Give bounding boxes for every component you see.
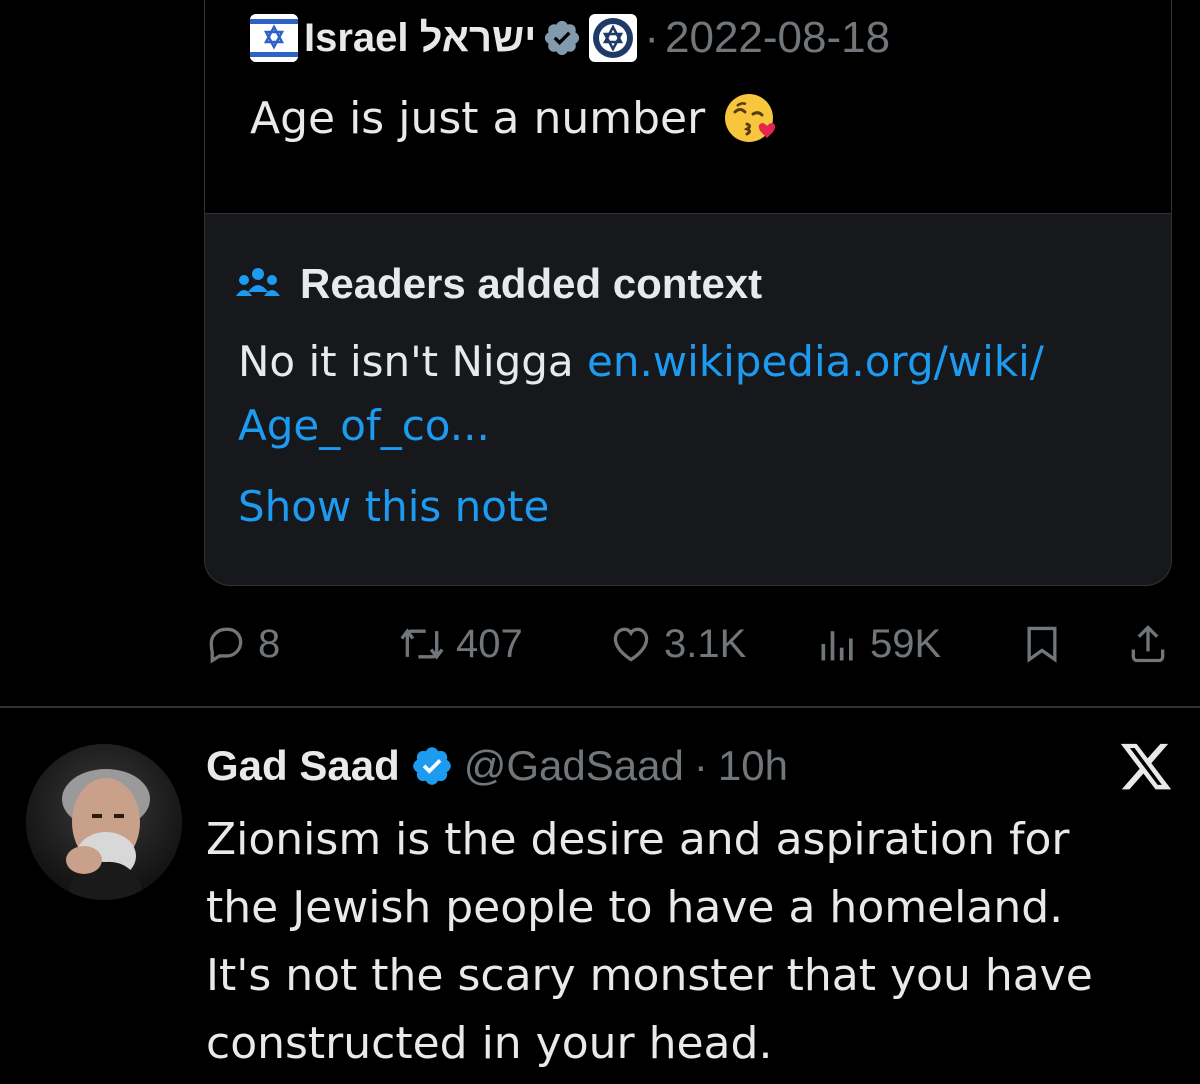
avatar[interactable] xyxy=(26,744,182,900)
show-note-link[interactable]: Show this note xyxy=(238,482,549,531)
tweet-text-line: the Jewish people to have a homeland. xyxy=(206,882,1064,933)
author-handle[interactable]: @GadSaad xyxy=(464,742,684,790)
verified-grey-badge-icon xyxy=(545,20,580,56)
tweet-author-row: Gad Saad @GadSaad · 10h xyxy=(206,738,788,794)
quoted-author-name[interactable]: Israel ישראל xyxy=(304,16,536,61)
reply-icon xyxy=(209,627,243,664)
tweet-time[interactable]: 10h xyxy=(718,742,788,790)
community-note-header: Readers added context xyxy=(236,260,762,308)
views-chart-icon xyxy=(821,631,853,661)
quoted-tweet-header: Israel ישראל · 2022-08-18 xyxy=(250,12,890,64)
like-button[interactable]: 3.1K xyxy=(608,612,746,676)
people-group-icon xyxy=(236,268,280,296)
note-body-text: No it isn't Nigga xyxy=(238,337,587,386)
tweet-text-line: Zionism is the desire and aspiration for xyxy=(206,814,1070,865)
share-icon xyxy=(1131,625,1165,663)
note-source-link-part-1[interactable]: en.wikipedia.org/wiki/ xyxy=(587,337,1044,386)
verified-blue-badge-icon xyxy=(412,747,451,785)
author-avatar-photo xyxy=(26,744,182,900)
quoted-tweet-body: Age is just a number xyxy=(250,92,706,144)
repost-count: 407 xyxy=(456,621,523,666)
reply-button[interactable]: 8 xyxy=(204,612,280,676)
views-button[interactable]: 59K xyxy=(816,612,941,676)
community-note-body: No it isn't Nigga en.wikipedia.org/wiki/… xyxy=(238,330,1158,458)
repost-button[interactable]: 407 xyxy=(398,612,523,676)
bookmark-button[interactable] xyxy=(1020,612,1064,676)
community-note-title: Readers added context xyxy=(300,260,763,307)
like-count: 3.1K xyxy=(664,621,747,666)
note-source-link-part-2[interactable]: Age_of_co... xyxy=(238,401,490,450)
tweet-action-bar: 8 407 3.1K 59K xyxy=(0,612,1200,676)
government-emblem-badge-icon xyxy=(589,14,638,62)
tweet-text-line: It's not the scary monster that you have xyxy=(206,950,1093,1001)
author-name[interactable]: Gad Saad xyxy=(206,742,400,790)
time-separator: · xyxy=(693,742,708,789)
view-count: 59K xyxy=(870,621,942,666)
heart-icon xyxy=(613,627,649,662)
x-logo-icon[interactable] xyxy=(1118,738,1174,794)
israel-flag-avatar-icon[interactable] xyxy=(250,14,298,62)
tweet-text-line: constructed in your head. xyxy=(206,1018,773,1069)
quoted-tweet-text: Age is just a number xyxy=(250,90,779,146)
quoted-date-separator: · xyxy=(644,13,659,62)
repost-icon xyxy=(400,628,444,660)
kissing-face-with-heart-icon xyxy=(725,94,776,142)
share-button[interactable] xyxy=(1126,612,1170,676)
reply-count: 8 xyxy=(258,621,281,666)
tweet-divider xyxy=(0,706,1200,708)
bookmark-icon xyxy=(1027,626,1057,663)
tweet-text: Zionism is the desire and aspiration for… xyxy=(206,806,1186,1078)
quoted-tweet-date[interactable]: 2022-08-18 xyxy=(665,13,890,63)
